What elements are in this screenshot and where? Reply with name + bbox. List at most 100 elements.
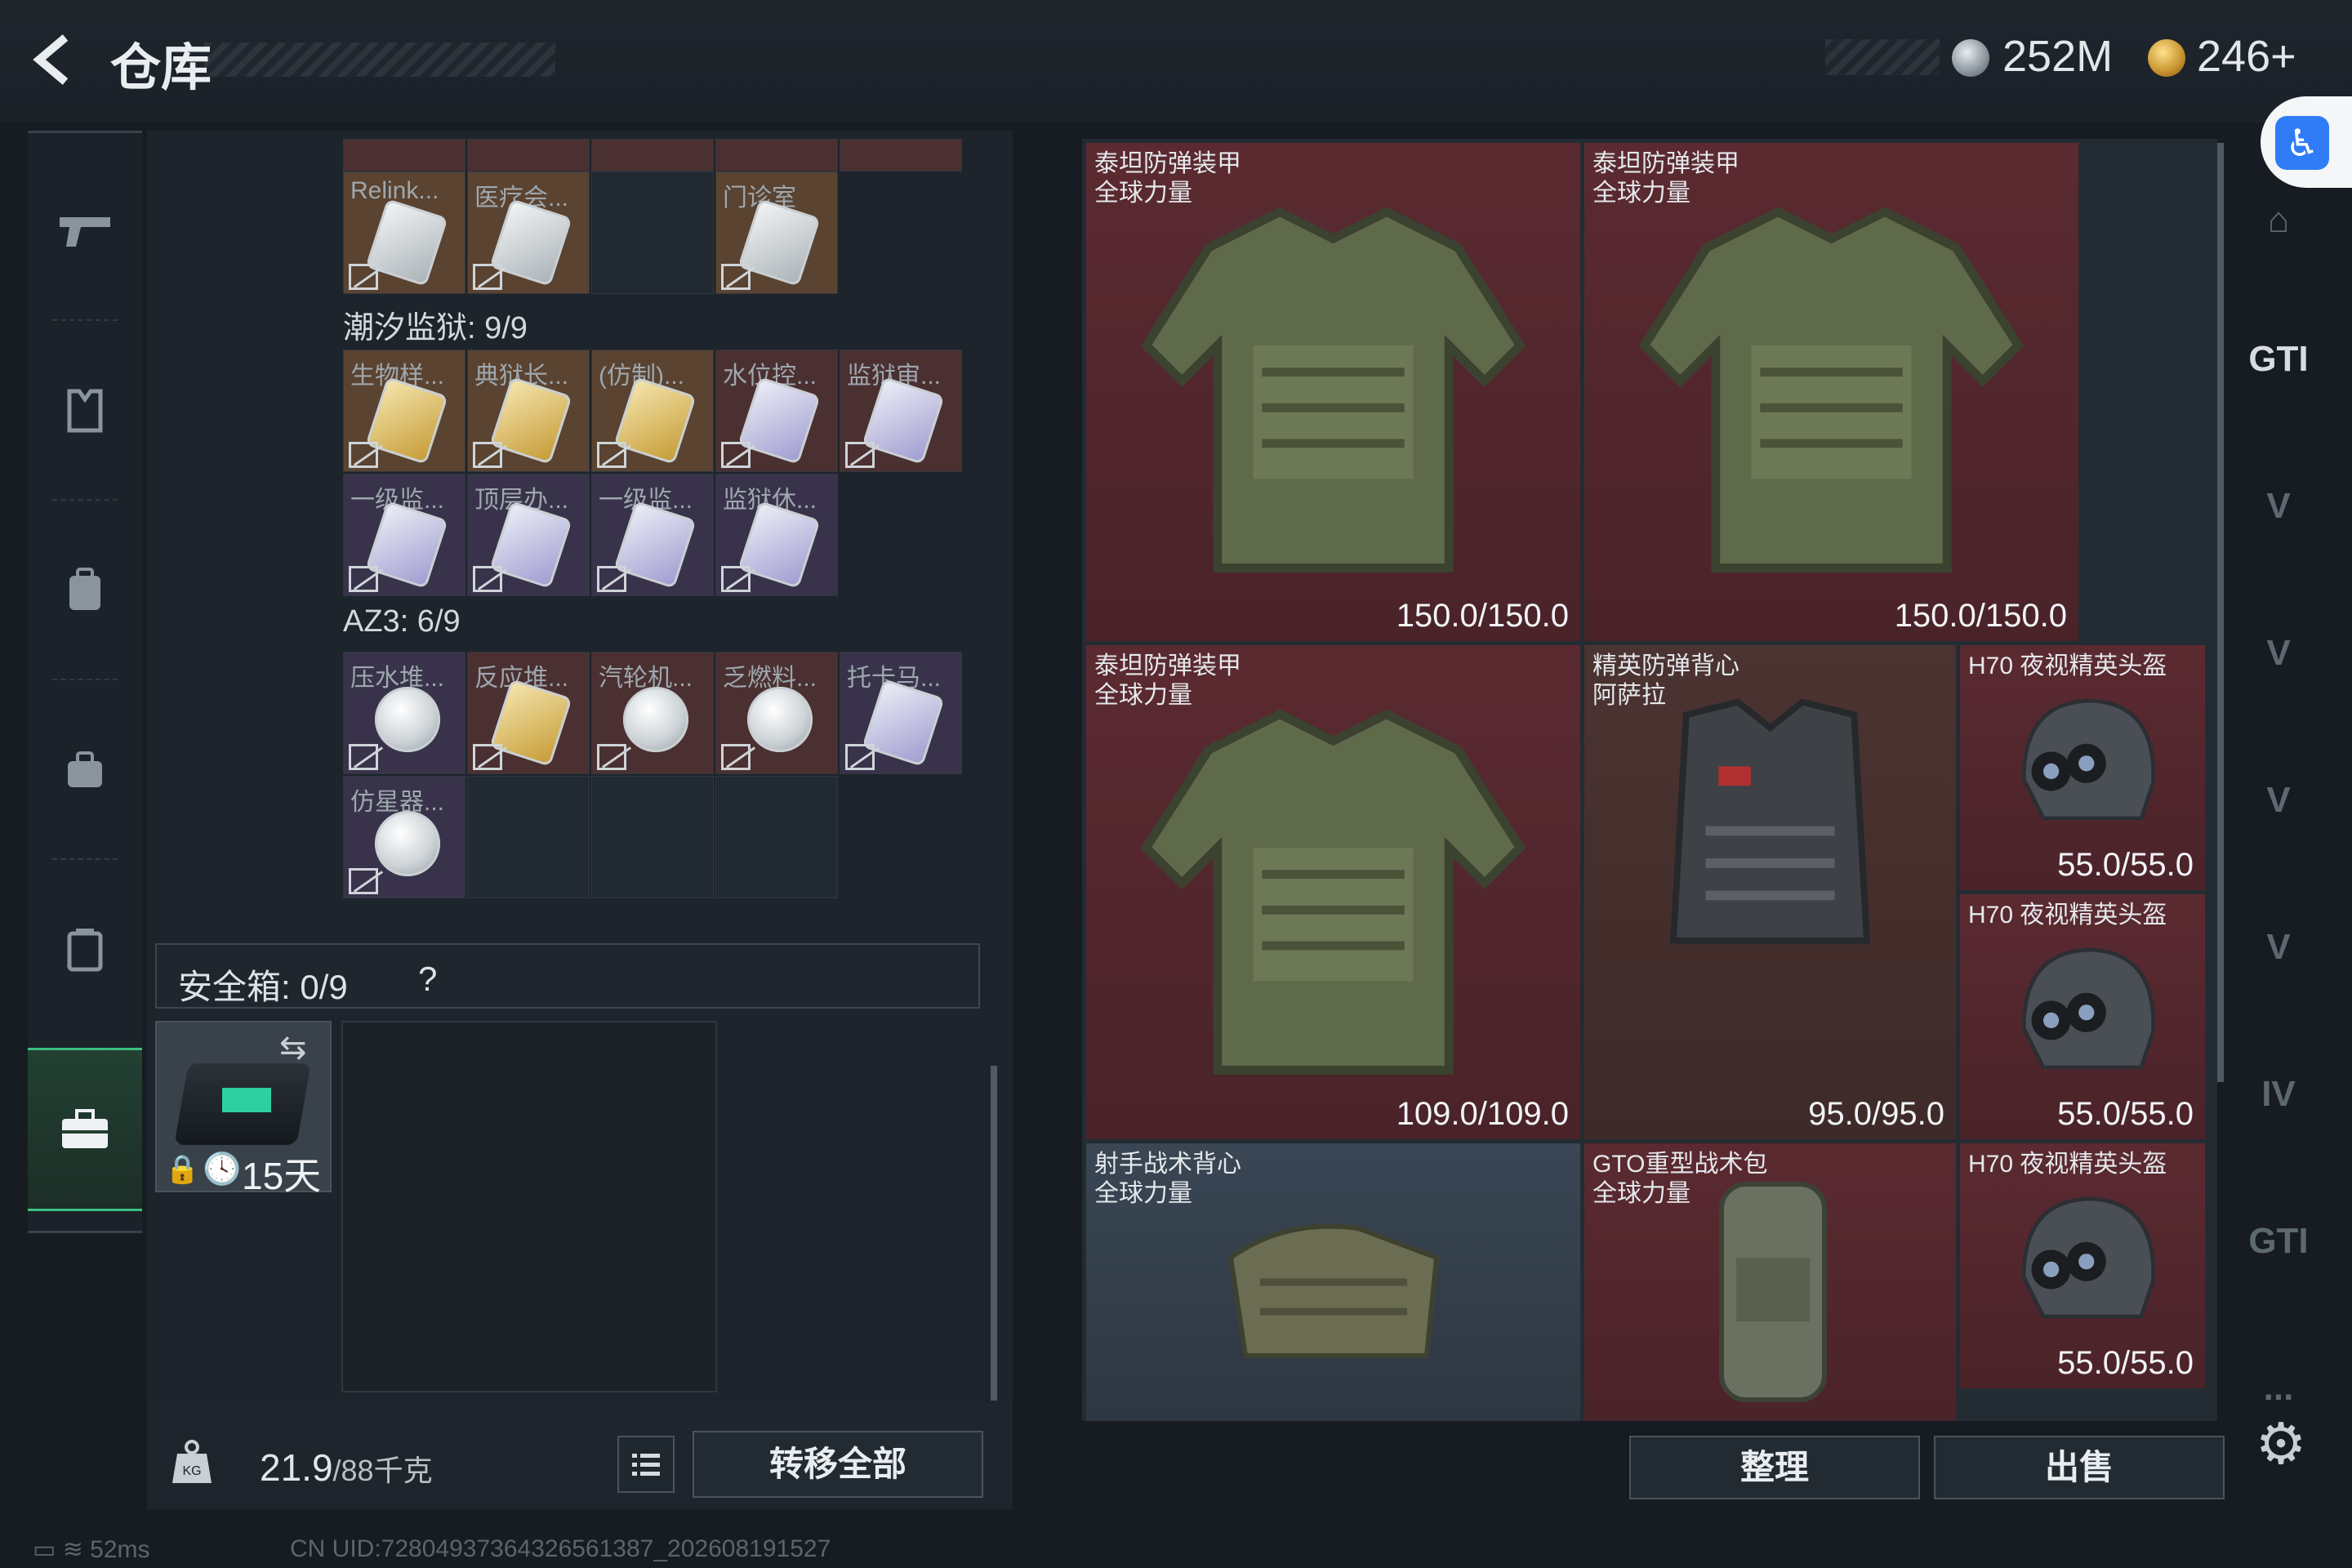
currency-silver-value[interactable]: 252M <box>2002 31 2113 82</box>
empty-slot[interactable] <box>467 776 590 898</box>
empty-slot[interactable] <box>591 776 714 898</box>
armor-icon[interactable] <box>28 329 142 492</box>
sort-button[interactable]: 整理 <box>1629 1436 1920 1499</box>
help-icon[interactable]: ? <box>418 960 437 999</box>
uid-text: CN UID:7280493736432656138​7_20260819152… <box>290 1535 831 1562</box>
inventory-item[interactable]: 压水堆... <box>343 652 466 774</box>
gold-coin-icon <box>2148 39 2185 77</box>
safebox-grid[interactable] <box>341 1021 717 1392</box>
battery-icon: ▭ <box>33 1536 63 1563</box>
empty-slot[interactable] <box>715 776 838 898</box>
list-view-button[interactable] <box>617 1436 675 1493</box>
item-origin: 全球力量 <box>1094 682 1192 709</box>
inventory-item[interactable]: 水位控... <box>715 350 838 472</box>
inventory-item[interactable] <box>467 139 590 172</box>
item-name: GTO重型战术包 全球力量 <box>1592 1150 1767 1209</box>
right-nav-home-icon[interactable]: ⌂ <box>2238 180 2319 261</box>
item-title: H70 夜视精英头盔 <box>1968 1151 2167 1178</box>
item-name: 泰坦防弹装甲 全球力量 <box>1094 149 1241 208</box>
weapon-icon[interactable] <box>28 149 142 313</box>
currency-gold-value[interactable]: 246+ <box>2197 31 2296 82</box>
inventory-item[interactable]: 门诊室 <box>715 172 838 294</box>
stash-item[interactable]: 精英防弹背心 阿萨拉 95.0/95.0 <box>1584 645 1956 1139</box>
right-nav-filter-0[interactable]: GTI <box>2238 318 2319 400</box>
bag-icon[interactable] <box>28 688 142 852</box>
wifi-icon: ≋ <box>62 1536 91 1563</box>
inventory-item[interactable]: 乏燃料... <box>715 652 838 774</box>
accessibility-button[interactable]: ♿ <box>2261 96 2352 188</box>
item-title: GTO重型战术包 <box>1592 1151 1768 1178</box>
right-nav-filter-3[interactable]: V <box>2238 760 2319 841</box>
sell-button[interactable]: 出售 <box>1934 1436 2225 1499</box>
item-title: H70 夜视精英头盔 <box>1968 902 2167 929</box>
container-icon[interactable] <box>28 868 142 1031</box>
clock-icon: 🕓 <box>203 1152 242 1187</box>
inventory-item[interactable]: 托卡马... <box>840 652 962 774</box>
elite-vest-icon <box>1669 698 1871 944</box>
inventory-item[interactable]: 典狱长... <box>467 350 590 472</box>
right-nav-filter-2[interactable]: V <box>2238 612 2319 694</box>
item-title: 泰坦防弹装甲 <box>1094 653 1241 679</box>
inventory-item[interactable] <box>715 139 838 172</box>
right-nav-filter-1[interactable]: V <box>2238 466 2319 547</box>
back-arrow-icon[interactable] <box>24 31 82 88</box>
no-trade-icon <box>845 442 875 468</box>
no-trade-icon <box>473 744 502 770</box>
safebox-tab-icon[interactable] <box>28 1048 142 1211</box>
inventory-item[interactable]: 医疗会... <box>467 172 590 294</box>
item-name: H70 夜视精英头盔 <box>1968 652 2167 681</box>
page-title: 仓库 <box>110 40 212 96</box>
transfer-all-button[interactable]: 转移全部 <box>693 1431 983 1498</box>
swap-icon[interactable]: ⇆ <box>279 1029 307 1067</box>
silver-coin-icon <box>1952 39 1989 77</box>
title-decoration <box>204 42 555 77</box>
no-trade-icon <box>845 744 875 770</box>
stash-item[interactable]: 泰坦防弹装甲 全球力量 150.0/150.0 <box>1584 143 2078 641</box>
safebox-item[interactable]: ⇆ 🔒 🕓 15天 <box>155 1021 332 1197</box>
inventory-item[interactable]: Relink... <box>343 172 466 294</box>
inventory-item[interactable]: 监狱休... <box>715 474 838 596</box>
weight-max: /88千克 <box>332 1454 433 1487</box>
stash-item[interactable]: GTO重型战术包 全球力量 <box>1584 1143 1956 1421</box>
accessibility-icon: ♿ <box>2275 116 2329 170</box>
no-trade-icon <box>473 442 502 468</box>
right-nav-filter-4[interactable]: V <box>2238 906 2319 988</box>
inventory-item[interactable]: (仿制)... <box>591 350 714 472</box>
stash-item[interactable]: H70 夜视精英头盔 55.0/55.0 <box>1960 645 2205 890</box>
stash-item[interactable]: H70 夜视精英头盔 55.0/55.0 <box>1960 894 2205 1139</box>
item-name: H70 夜视精英头盔 <box>1968 1150 2167 1179</box>
inventory-item[interactable]: 生物样... <box>343 350 466 472</box>
nv-helmet-icon <box>2021 1196 2156 1319</box>
stash-scrollbar[interactable] <box>2217 143 2224 1082</box>
right-nav-filter-6[interactable]: GTI <box>2238 1200 2319 1282</box>
stash-item[interactable]: 泰坦防弹装甲 全球力量 109.0/109.0 <box>1086 645 1580 1139</box>
backpack-icon[interactable] <box>28 509 142 672</box>
inventory-item[interactable]: 一级监... <box>591 474 714 596</box>
inventory-item[interactable]: 反应堆... <box>467 652 590 774</box>
item-durability: 150.0/150.0 <box>1894 598 2067 634</box>
weight-value: 21.9/88千克 <box>260 1446 433 1490</box>
no-trade-icon <box>349 264 378 290</box>
item-origin: 全球力量 <box>1094 180 1192 207</box>
ping-value: 52ms <box>90 1536 150 1563</box>
armor-vest-icon <box>1140 709 1526 1075</box>
inventory-item[interactable]: 一级监... <box>343 474 466 596</box>
item-durability: 55.0/55.0 <box>2057 847 2194 883</box>
inventory-scrollbar[interactable] <box>991 1066 997 1401</box>
right-nav-filter-7[interactable]: ... <box>2238 1348 2319 1429</box>
inventory-item[interactable] <box>840 139 962 172</box>
inventory-item[interactable] <box>591 172 714 294</box>
no-trade-icon <box>349 442 378 468</box>
stash-item[interactable]: H70 夜视精英头盔 55.0/55.0 <box>1960 1143 2205 1388</box>
stash-item[interactable]: 泰坦防弹装甲 全球力量 150.0/150.0 <box>1086 143 1580 641</box>
inventory-item[interactable]: 仿星器... <box>343 776 466 898</box>
inventory-item[interactable] <box>591 139 714 172</box>
inventory-item[interactable]: 汽轮机... <box>591 652 714 774</box>
inventory-item[interactable]: 监狱审... <box>840 350 962 472</box>
inventory-item[interactable] <box>343 139 466 172</box>
item-origin: 全球力量 <box>1592 180 1690 207</box>
right-nav-filter-5[interactable]: IV <box>2238 1054 2319 1135</box>
inventory-item[interactable]: 顶层办... <box>467 474 590 596</box>
section-header-tidal-prison: 潮汐监狱: 9/9 <box>343 311 528 345</box>
stash-item[interactable]: 射手战术背心 全球力量 <box>1086 1143 1580 1421</box>
